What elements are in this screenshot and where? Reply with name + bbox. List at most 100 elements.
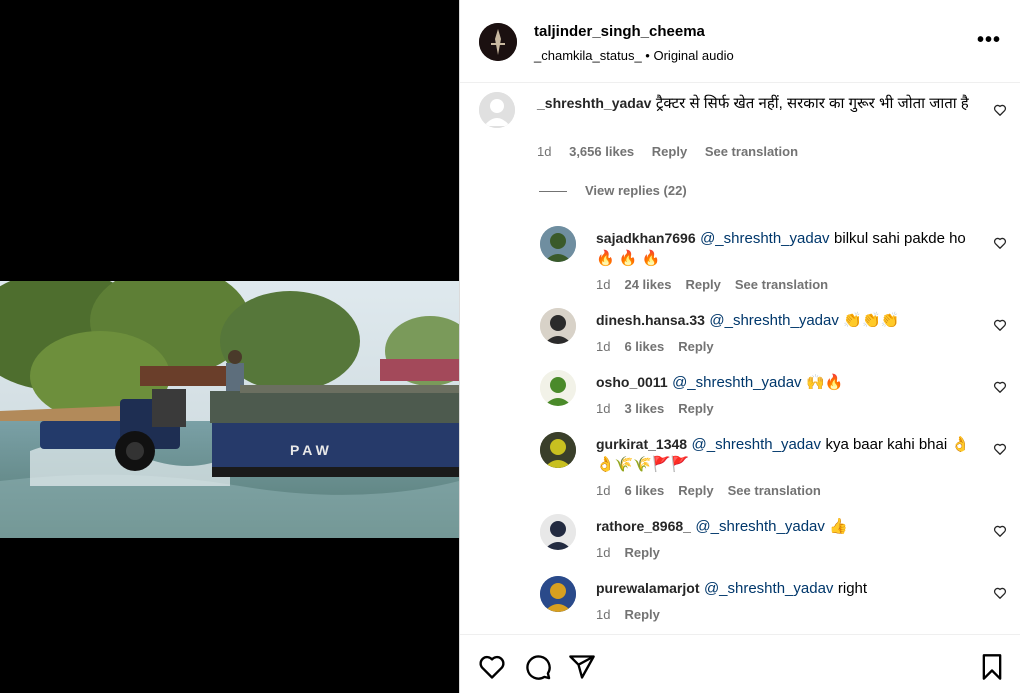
reply-text: right bbox=[837, 580, 868, 597]
reply-username[interactable]: rathore_8968_ bbox=[596, 518, 691, 534]
default-avatar-icon[interactable] bbox=[479, 92, 515, 128]
reply-meta: 1d 6 likes Reply bbox=[596, 339, 728, 354]
share-icon[interactable] bbox=[568, 653, 596, 681]
heart-icon[interactable] bbox=[993, 380, 1007, 394]
reply-likes[interactable]: 24 likes bbox=[624, 277, 671, 292]
action-bar bbox=[460, 634, 1020, 693]
audio-user[interactable]: _chamkila_status_ bbox=[534, 48, 642, 63]
heart-icon[interactable] bbox=[993, 442, 1007, 456]
reply-button[interactable]: Reply bbox=[678, 339, 713, 354]
media-panel[interactable]: PAW bbox=[0, 0, 459, 693]
heart-icon[interactable] bbox=[993, 103, 1007, 117]
vehicle-text: PAW bbox=[290, 442, 333, 458]
audio-line: _chamkila_status_ • Original audio bbox=[534, 48, 734, 63]
heart-icon[interactable] bbox=[993, 236, 1007, 250]
more-horizontal-icon[interactable]: ••• bbox=[977, 29, 1001, 52]
reply-button[interactable]: Reply bbox=[685, 277, 720, 292]
reply-mention[interactable]: @_shreshth_yadav bbox=[709, 312, 838, 329]
comment-item: _shreshth_yadav ट्रैक्टर से सिर्फ खेत नह… bbox=[460, 90, 1020, 180]
heart-icon[interactable] bbox=[478, 653, 506, 681]
reply-username[interactable]: sajadkhan7696 bbox=[596, 230, 696, 246]
replies-divider bbox=[539, 191, 567, 193]
reply-mention[interactable]: @_shreshth_yadav bbox=[692, 436, 821, 453]
reply-age[interactable]: 1d bbox=[596, 545, 610, 560]
reply-body: sajadkhan7696 @_shreshth_yadav bilkul sa… bbox=[596, 228, 986, 269]
user-avatar-icon bbox=[540, 370, 576, 406]
reply-username[interactable]: osho_0011 bbox=[596, 374, 668, 390]
reply-button[interactable]: Reply bbox=[624, 545, 659, 560]
reply-text: 🙌🔥 bbox=[806, 374, 844, 391]
bookmark-icon[interactable] bbox=[978, 653, 1006, 681]
user-avatar-icon bbox=[540, 226, 576, 262]
view-replies-button[interactable]: View replies (22) bbox=[539, 183, 687, 198]
reply-mention[interactable]: @_shreshth_yadav bbox=[695, 518, 824, 535]
user-avatar[interactable] bbox=[540, 576, 576, 612]
reply-meta: 1d Reply bbox=[596, 607, 674, 622]
reply-mention[interactable]: @_shreshth_yadav bbox=[704, 580, 833, 597]
author-username[interactable]: taljinder_singh_cheema bbox=[534, 23, 705, 40]
reply-mention[interactable]: @_shreshth_yadav bbox=[672, 374, 801, 391]
comment-body: _shreshth_yadav ट्रैक्टर से सिर्फ खेत नह… bbox=[537, 93, 977, 114]
reply-body: gurkirat_1348 @_shreshth_yadav kya baar … bbox=[596, 434, 986, 475]
reply-age[interactable]: 1d bbox=[596, 277, 610, 292]
reply-button[interactable]: Reply bbox=[624, 607, 659, 622]
reply-meta: 1d 3 likes Reply bbox=[596, 401, 728, 416]
reply-username[interactable]: dinesh.hansa.33 bbox=[596, 312, 705, 328]
reply-meta: 1d Reply bbox=[596, 545, 674, 560]
reply-button[interactable]: Reply bbox=[678, 483, 713, 498]
user-avatar-icon bbox=[540, 308, 576, 344]
reply-likes[interactable]: 6 likes bbox=[624, 483, 664, 498]
reply-username[interactable]: gurkirat_1348 bbox=[596, 436, 687, 452]
reply-text: 👏👏👏 bbox=[843, 312, 900, 329]
reply-text: 👍 bbox=[829, 518, 849, 535]
reply-body: dinesh.hansa.33 @_shreshth_yadav 👏👏👏 bbox=[596, 310, 986, 331]
user-avatar[interactable] bbox=[540, 308, 576, 344]
reply-item: purewalamarjot @_shreshth_yadav right 1d… bbox=[460, 575, 1020, 635]
comment-likes[interactable]: 3,656 likes bbox=[569, 144, 634, 159]
reply-button[interactable]: Reply bbox=[652, 144, 687, 159]
audio-label[interactable]: Original audio bbox=[653, 48, 733, 63]
reply-mention[interactable]: @_shreshth_yadav bbox=[700, 230, 829, 247]
reply-age[interactable]: 1d bbox=[596, 607, 610, 622]
reply-item: osho_0011 @_shreshth_yadav 🙌🔥 1d 3 likes R… bbox=[460, 369, 1020, 429]
user-avatar[interactable] bbox=[540, 514, 576, 550]
author-avatar[interactable] bbox=[479, 23, 517, 61]
heart-icon[interactable] bbox=[993, 318, 1007, 332]
user-avatar-icon bbox=[540, 432, 576, 468]
comment-meta: 1d 3,656 likes Reply See translation bbox=[537, 144, 812, 159]
view-replies-label: View replies (22) bbox=[585, 183, 687, 198]
reply-body: purewalamarjot @_shreshth_yadav right bbox=[596, 578, 986, 599]
reply-meta: 1d 6 likes Reply See translation bbox=[596, 483, 835, 498]
reply-age[interactable]: 1d bbox=[596, 339, 610, 354]
reply-item: gurkirat_1348 @_shreshth_yadav kya baar … bbox=[460, 431, 1020, 498]
user-avatar[interactable] bbox=[540, 226, 576, 262]
author-avatar-icon bbox=[479, 23, 517, 61]
user-avatar-icon bbox=[540, 514, 576, 550]
reply-age[interactable]: 1d bbox=[596, 483, 610, 498]
reply-age[interactable]: 1d bbox=[596, 401, 610, 416]
see-translation-button[interactable]: See translation bbox=[728, 483, 821, 498]
reply-username[interactable]: purewalamarjot bbox=[596, 580, 699, 596]
audio-separator: • bbox=[645, 48, 650, 63]
heart-icon[interactable] bbox=[993, 586, 1007, 600]
user-avatar-icon bbox=[540, 576, 576, 612]
reply-item: rathore_8968_ @_shreshth_yadav 👍 1d Reply bbox=[460, 513, 1020, 573]
reply-item: sajadkhan7696 @_shreshth_yadav bilkul sa… bbox=[460, 225, 1020, 292]
comment-username[interactable]: _shreshth_yadav bbox=[537, 95, 651, 111]
reply-button[interactable]: Reply bbox=[678, 401, 713, 416]
reply-likes[interactable]: 6 likes bbox=[624, 339, 664, 354]
reply-item: dinesh.hansa.33 @_shreshth_yadav 👏👏👏 1d 6… bbox=[460, 307, 1020, 367]
reel-video[interactable]: PAW bbox=[0, 281, 459, 538]
comment-text: ट्रैक्टर से सिर्फ खेत नहीं, सरकार का गुर… bbox=[655, 95, 969, 112]
comment-icon[interactable] bbox=[524, 653, 552, 681]
reply-meta: 1d 24 likes Reply See translation bbox=[596, 277, 842, 292]
user-avatar[interactable] bbox=[540, 432, 576, 468]
see-translation-button[interactable]: See translation bbox=[735, 277, 828, 292]
video-frame: PAW bbox=[0, 281, 459, 538]
see-translation-button[interactable]: See translation bbox=[705, 144, 798, 159]
reply-body: osho_0011 @_shreshth_yadav 🙌🔥 bbox=[596, 372, 986, 393]
comment-age[interactable]: 1d bbox=[537, 144, 551, 159]
heart-icon[interactable] bbox=[993, 524, 1007, 538]
reply-likes[interactable]: 3 likes bbox=[624, 401, 664, 416]
user-avatar[interactable] bbox=[540, 370, 576, 406]
